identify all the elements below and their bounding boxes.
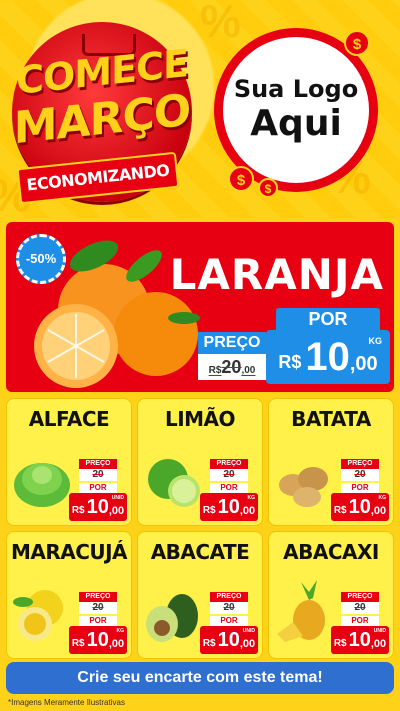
- price-dec: ,00: [239, 505, 256, 517]
- new-price-value: R$ 10,00 KG: [331, 493, 389, 521]
- price-int: 10: [86, 628, 109, 651]
- new-price-value: R$ 10,00 UNID: [200, 626, 258, 654]
- lime-image: [148, 459, 200, 507]
- currency: R$: [333, 504, 347, 516]
- price-tag: PREÇO 20 POR R$ 10,00 UNID: [69, 459, 127, 521]
- product-name: ALFACE: [28, 407, 110, 431]
- price-tag: PREÇO 20 POR R$ 10,00 KG: [331, 459, 389, 521]
- logo-line-2: Aqui: [250, 103, 342, 144]
- currency: R$: [202, 504, 216, 516]
- old-price-currency: R$: [208, 365, 222, 376]
- old-price-label: PREÇO: [341, 459, 379, 469]
- product-card-abacate[interactable]: ABACATE PREÇO 20 POR R$ 10,00 UNID: [137, 531, 263, 659]
- price-dec: ,00: [370, 505, 387, 517]
- currency: R$: [71, 504, 85, 516]
- old-price-value: 20: [210, 469, 248, 481]
- product-name: LIMÃO: [164, 407, 236, 431]
- price-int: 10: [217, 495, 240, 518]
- pineapple-image: [277, 580, 325, 642]
- old-price-label: PREÇO: [198, 332, 266, 354]
- price-unit: KG: [116, 628, 125, 634]
- price-unit: UNID: [242, 628, 255, 634]
- product-name: ABACATE: [150, 540, 250, 564]
- product-card-maracuja[interactable]: MARACUJÁ PREÇO 20 POR R$ 10,00 KG: [6, 531, 132, 659]
- por-label: POR: [79, 483, 117, 493]
- currency: R$: [202, 637, 216, 649]
- currency: R$: [71, 637, 85, 649]
- product-card-batata[interactable]: BATATA PREÇO 20 POR R$ 10,00 KG: [268, 398, 394, 526]
- new-price-value: R$ 10,00 KG: [69, 626, 127, 654]
- price-dec: ,00: [239, 638, 256, 650]
- price-dec: ,00: [108, 638, 125, 650]
- price-int: 10: [348, 628, 371, 651]
- coin-icon: $: [344, 30, 370, 56]
- new-price-int: 10: [305, 334, 350, 379]
- por-label: POR: [341, 483, 379, 493]
- price-dec: ,00: [370, 638, 387, 650]
- old-price-value: 20: [79, 602, 117, 614]
- product-name: MARACUJÁ: [10, 540, 128, 564]
- discount-badge: -50%: [16, 234, 66, 284]
- product-name: ABACAXI: [283, 540, 379, 564]
- new-price-currency: R$: [278, 351, 302, 372]
- header-banner: % % % COMECE MARÇO ECONOMIZANDO Sua Logo…: [0, 0, 400, 218]
- coin-icon: $: [228, 166, 254, 192]
- old-price-int: 20: [221, 357, 242, 377]
- price-tag: PREÇO 20 POR R$ 10,00 KG: [69, 592, 127, 654]
- avocado-image: [146, 594, 198, 642]
- old-price-dec: ,00: [241, 365, 256, 376]
- por-label: POR: [341, 616, 379, 626]
- product-card-limao[interactable]: LIMÃO PREÇO 20 POR R$ 10,00 KG: [137, 398, 263, 526]
- old-price-label: PREÇO: [79, 459, 117, 469]
- price-int: 10: [217, 628, 240, 651]
- old-price-value: 20: [341, 469, 379, 481]
- price-unit: KG: [247, 495, 256, 501]
- old-price-label: PREÇO: [341, 592, 379, 602]
- price-unit: UNID: [373, 628, 386, 634]
- por-label: POR: [210, 616, 248, 626]
- featured-product-card[interactable]: -50% LARANJA PREÇO R$20,00 POR R$ 10 ,00…: [6, 222, 394, 392]
- product-card-alface[interactable]: ALFACE PREÇO 20 POR R$ 10,00 UNID: [6, 398, 132, 526]
- price-dec: ,00: [108, 505, 125, 517]
- lettuce-image: [14, 463, 70, 507]
- price-tag: PREÇO 20 POR R$ 10,00 UNID: [200, 592, 258, 654]
- price-tag: PREÇO 20 POR R$ 10,00 KG: [200, 459, 258, 521]
- new-price-value: R$ 10,00 UNID: [69, 493, 127, 521]
- currency: R$: [333, 637, 347, 649]
- product-card-abacaxi[interactable]: ABACAXI PREÇO 20 POR R$ 10,00 UNID: [268, 531, 394, 659]
- logo-line-1: Sua Logo: [233, 75, 359, 103]
- product-grid: ALFACE PREÇO 20 POR R$ 10,00 UNID LIMÃO PR…: [6, 398, 394, 659]
- por-label: POR: [210, 483, 248, 493]
- passion-fruit-image: [13, 590, 63, 641]
- old-price-label: PREÇO: [79, 592, 117, 602]
- old-price-label: PREÇO: [210, 592, 248, 602]
- new-price-tag: POR R$ 10 ,00 KG: [266, 308, 390, 384]
- old-price-tag: PREÇO R$20,00: [198, 332, 266, 382]
- new-price-label: POR: [276, 308, 380, 330]
- old-price-value: 20: [79, 469, 117, 481]
- old-price-label: PREÇO: [210, 459, 248, 469]
- price-int: 10: [348, 495, 371, 518]
- coin-icon: $: [258, 178, 278, 198]
- product-name: BATATA: [291, 407, 371, 431]
- price-int: 10: [86, 495, 109, 518]
- new-price-value: R$ 10 ,00 KG: [266, 330, 390, 384]
- old-price-value: R$20,00: [198, 354, 266, 380]
- new-price-value: R$ 10,00 UNID: [331, 626, 389, 654]
- old-price-value: 20: [210, 602, 248, 614]
- price-tag: PREÇO 20 POR R$ 10,00 UNID: [331, 592, 389, 654]
- price-unit: KG: [368, 336, 383, 346]
- por-label: POR: [79, 616, 117, 626]
- new-price-value: R$ 10,00 KG: [200, 493, 258, 521]
- percent-decor-icon: %: [200, 0, 241, 47]
- featured-product-name: LARANJA: [169, 250, 384, 299]
- potato-image: [279, 467, 328, 507]
- create-flyer-button[interactable]: Crie seu encarte com este tema!: [6, 662, 394, 694]
- new-price-dec: ,00: [349, 352, 378, 375]
- disclaimer-text: *Imagens Meramente Ilustrativas: [8, 698, 125, 707]
- old-price-value: 20: [341, 602, 379, 614]
- price-unit: KG: [378, 495, 387, 501]
- price-unit: UNID: [111, 495, 124, 501]
